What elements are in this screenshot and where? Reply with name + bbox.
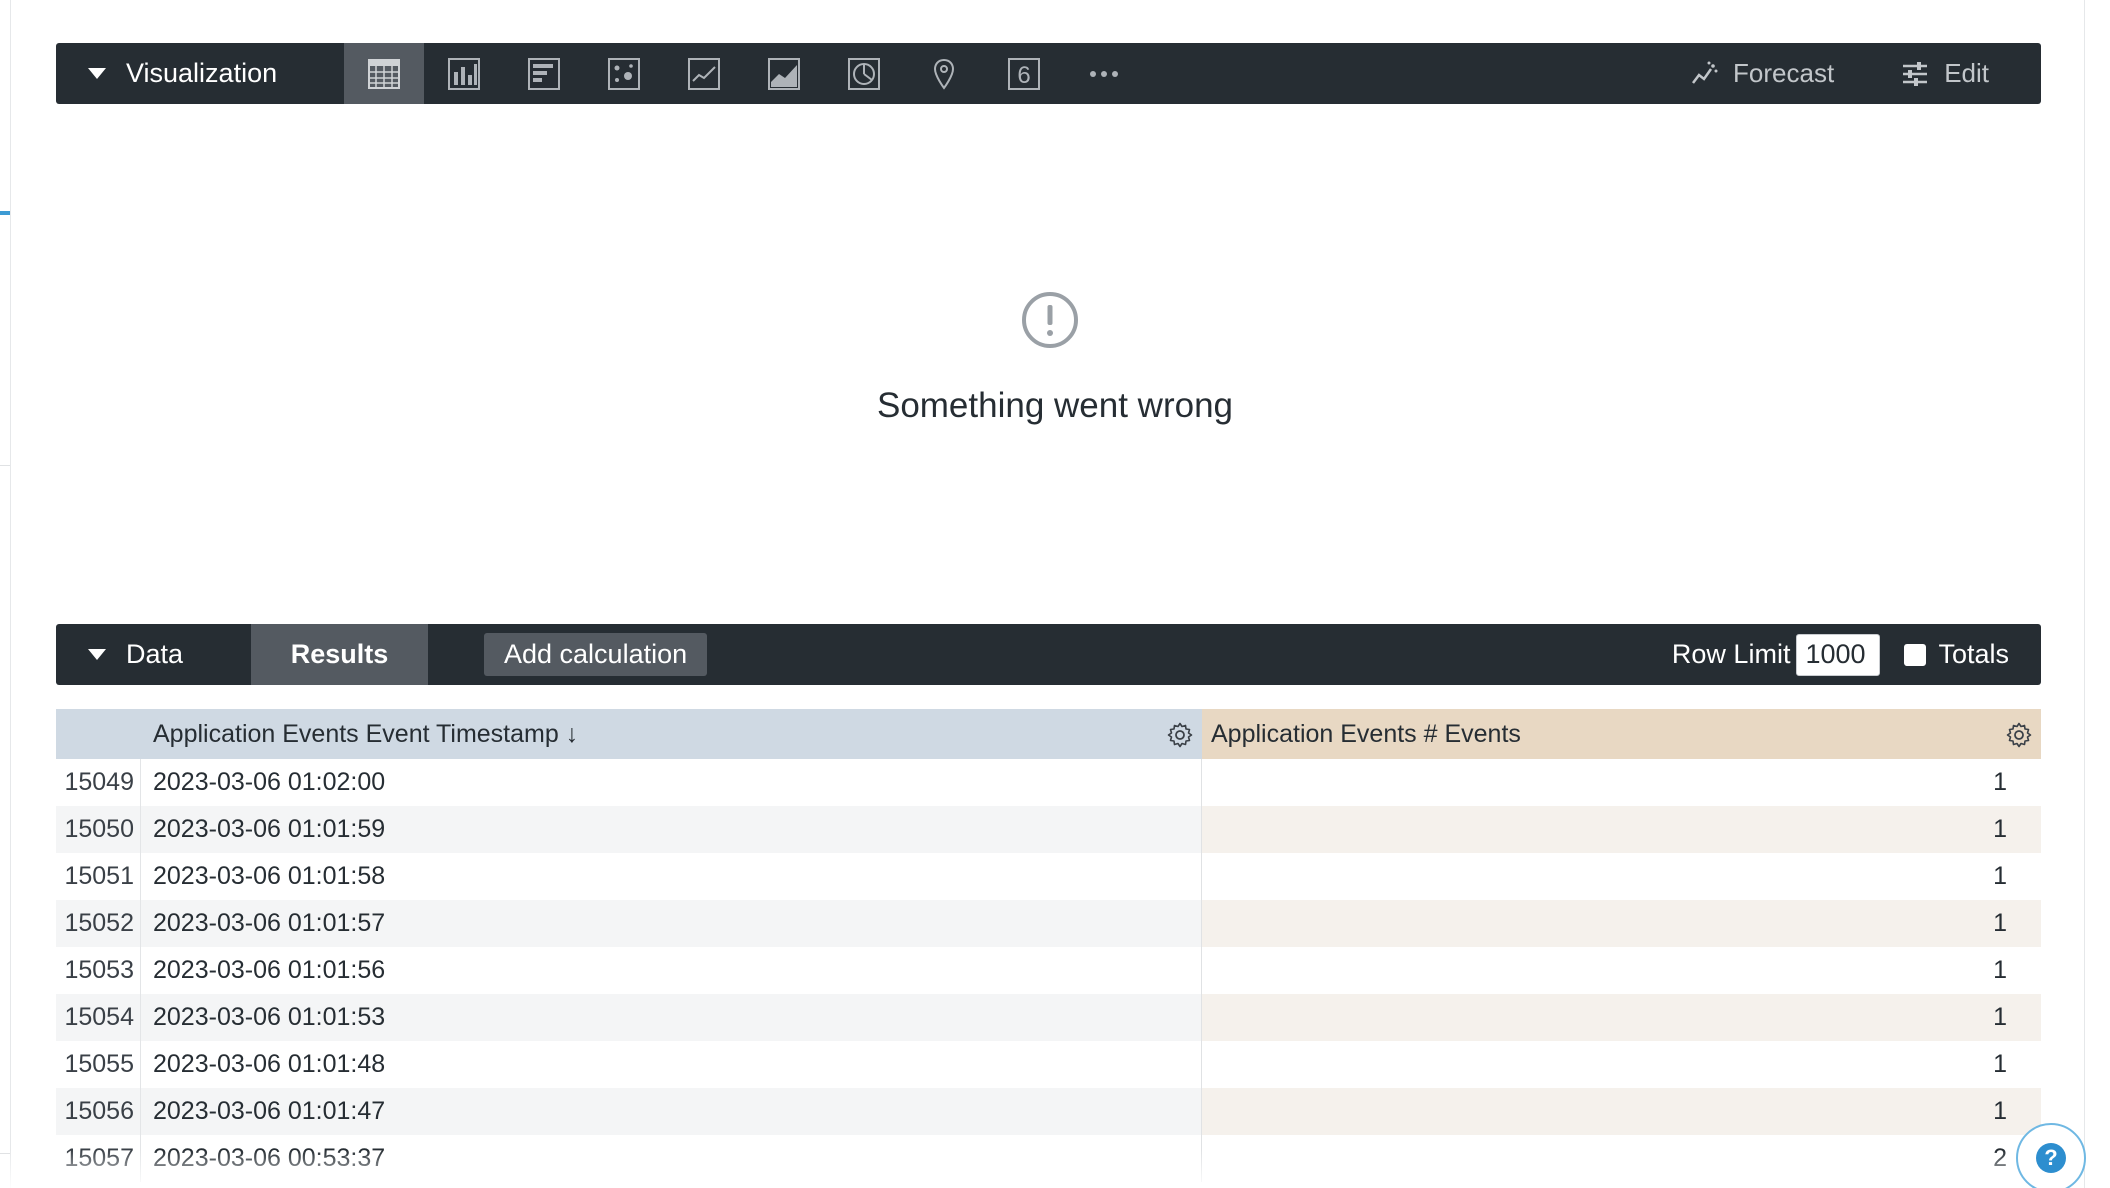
data-label: Data [126,639,184,669]
row-number: 15054 [56,994,141,1041]
warning-icon [1022,292,1078,348]
timestamp-cell[interactable]: 2023-03-06 01:02:00 [141,759,1202,806]
table-icon[interactable] [344,43,424,104]
page-border-left [10,0,11,1188]
caret-down-icon [88,649,106,660]
timestamp-cell[interactable]: 2023-03-06 01:01:58 [141,853,1202,900]
data-controls: Row Limit Totals [1671,633,2041,676]
timestamp-cell[interactable]: 2023-03-06 01:01:57 [141,900,1202,947]
events-cell[interactable]: 1 [1202,1041,2041,1088]
line-chart-icon[interactable] [664,43,744,104]
single-value-icon[interactable]: 6 [984,43,1064,104]
timestamp-cell[interactable]: 2023-03-06 01:01:53 [141,994,1202,1041]
bar-chart-icon[interactable] [504,43,584,104]
row-number: 15055 [56,1041,141,1088]
row-number: 15051 [56,853,141,900]
add-calculation-button[interactable]: Add calculation [484,633,708,676]
events-cell[interactable]: 1 [1202,994,2041,1041]
table-row: 15051 2023-03-06 01:01:58 1 [56,853,2041,900]
forecast-icon [1692,61,1718,84]
visualization-type-picker: 6 [344,43,1144,104]
pie-chart-icon[interactable] [824,43,904,104]
visualization-toggle[interactable]: Visualization [56,43,344,104]
row-number: 15056 [56,1088,141,1135]
table-row: 15052 2023-03-06 01:01:57 1 [56,900,2041,947]
visualization-label: Visualization [126,58,278,88]
data-toggle[interactable]: Data [56,624,251,685]
table-row: 15054 2023-03-06 01:01:53 1 [56,994,2041,1041]
single-value-glyph: 6 [1017,62,1030,89]
row-number: 15052 [56,900,141,947]
error-message: Something went wrong [876,386,1234,425]
totals-label: Totals [1938,639,2009,669]
row-number: 15053 [56,947,141,994]
column-chart-icon[interactable] [424,43,504,104]
results-table: Application Events Event Timestamp ↓ App… [56,709,2041,1182]
section-indicator [0,211,10,215]
events-cell[interactable]: 1 [1202,806,2041,853]
help-icon: ? [2036,1143,2066,1173]
timestamp-cell[interactable]: 2023-03-06 01:01:47 [141,1088,1202,1135]
help-button[interactable]: ? [2016,1123,2086,1188]
tab-results[interactable]: Results [251,624,428,685]
scroll-fade [10,1150,2084,1188]
column-header-timestamp[interactable]: Application Events Event Timestamp ↓ [141,709,1202,759]
edit-button[interactable]: Edit [1900,58,1989,89]
events-cell[interactable]: 1 [1202,947,2041,994]
row-limit-label: Row Limit [1671,639,1791,669]
row-number: 15050 [56,806,141,853]
sliders-icon [1903,61,1928,86]
table-row: 15049 2023-03-06 01:02:00 1 [56,759,2041,806]
table-row: 15053 2023-03-06 01:01:56 1 [56,947,2041,994]
forecast-label: Forecast [1733,58,1835,88]
events-cell[interactable]: 1 [1202,1088,2041,1135]
timestamp-cell[interactable]: 2023-03-06 01:01:56 [141,947,1202,994]
events-cell[interactable]: 1 [1202,900,2041,947]
area-chart-icon[interactable] [744,43,824,104]
scatter-icon[interactable] [584,43,664,104]
gear-icon[interactable] [2005,721,2033,749]
gutter-divider [0,1153,10,1154]
caret-down-icon [88,68,106,79]
column-header-label: Application Events # Events [1211,719,1521,748]
data-bar: Data Results Add calculation Row Limit T… [56,624,2041,685]
gear-icon[interactable] [1166,721,1194,749]
visualization-bar: Visualization 6 Forecast Edit [56,43,2041,104]
page-border-right [2084,0,2085,1188]
map-pin-icon[interactable] [904,43,984,104]
column-header-label: Application Events Event Timestamp ↓ [153,719,579,748]
column-header-events[interactable]: Application Events # Events [1202,709,2041,759]
table-row: 15050 2023-03-06 01:01:59 1 [56,806,2041,853]
table-row: 15056 2023-03-06 01:01:47 1 [56,1088,2041,1135]
more-icon[interactable] [1064,43,1144,104]
row-limit-input[interactable] [1796,633,1881,676]
visualization-actions: Forecast Edit [1689,43,2041,104]
timestamp-cell[interactable]: 2023-03-06 01:01:59 [141,806,1202,853]
gutter-divider [0,465,10,466]
events-cell[interactable]: 1 [1202,853,2041,900]
row-number-header [56,709,141,759]
totals-checkbox[interactable] [1904,643,1927,666]
edit-label: Edit [1944,58,1989,88]
events-cell[interactable]: 1 [1202,759,2041,806]
table-header: Application Events Event Timestamp ↓ App… [56,709,2041,759]
forecast-button[interactable]: Forecast [1689,58,1834,89]
row-number: 15049 [56,759,141,806]
table-row: 15055 2023-03-06 01:01:48 1 [56,1041,2041,1088]
timestamp-cell[interactable]: 2023-03-06 01:01:48 [141,1041,1202,1088]
